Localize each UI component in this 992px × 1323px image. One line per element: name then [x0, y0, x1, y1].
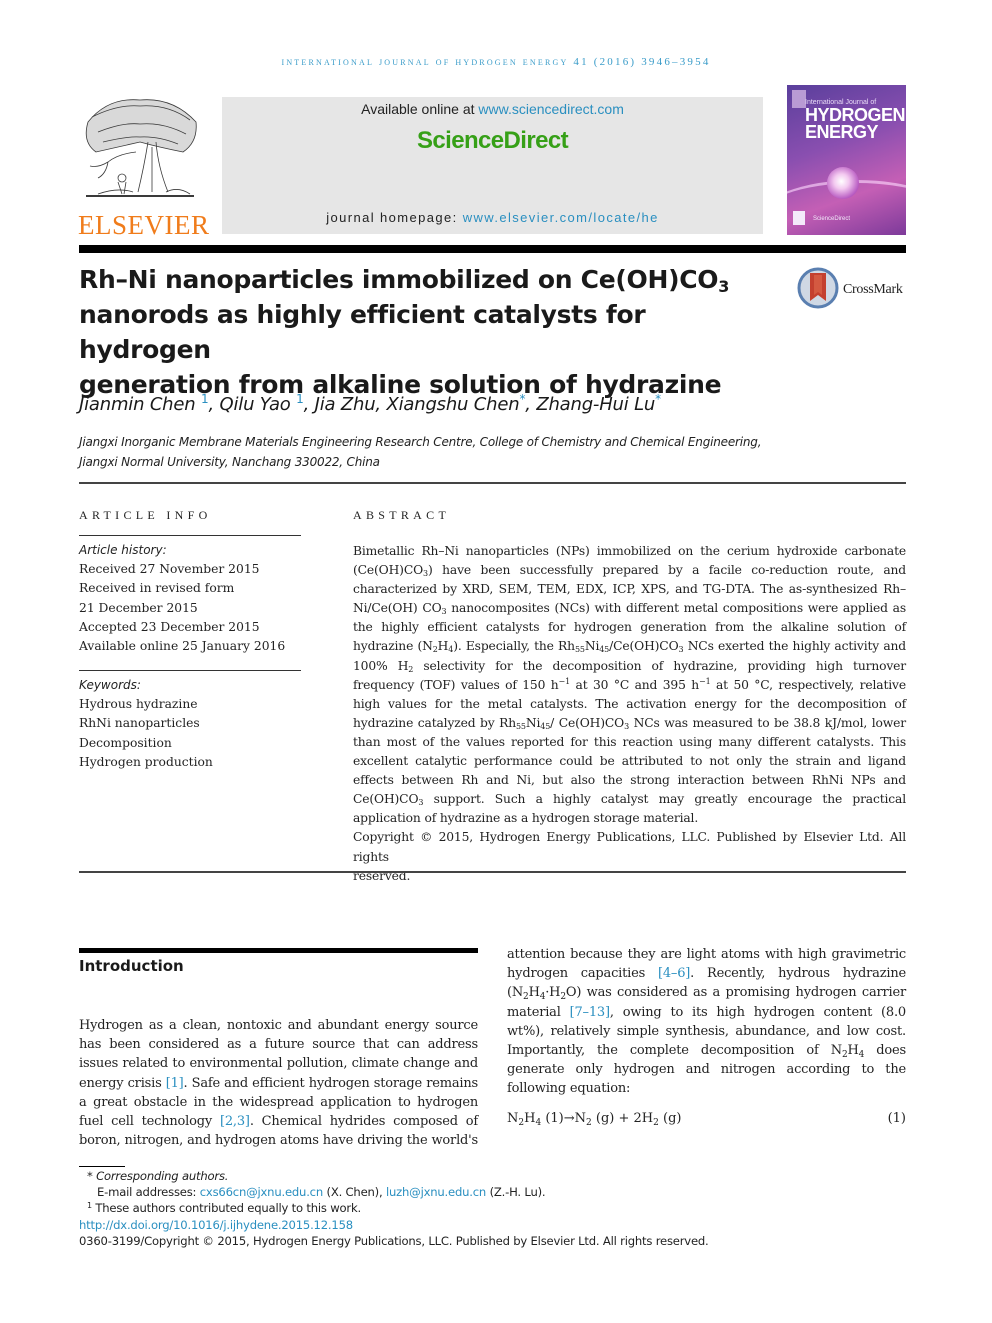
author-mark[interactable]: *: [655, 392, 661, 406]
keywords: Keywords: Hydrous hydrazine RhNi nanopar…: [79, 676, 213, 772]
email-note: E-mail addresses: cxs66cn@jxnu.edu.cn (X…: [97, 1185, 546, 1200]
elsevier-tree-icon: [85, 99, 197, 197]
article-info-heading: ARTICLE INFO: [79, 508, 212, 522]
cover-journal-name: HYDROGEN ENERGY: [805, 105, 906, 142]
introduction-right-column: attention because they are light atoms w…: [507, 947, 907, 1097]
keywords-divider: [79, 670, 301, 671]
author-mark[interactable]: 1: [296, 392, 304, 406]
corresponding-note: * Corresponding authors.: [87, 1169, 229, 1183]
sciencedirect-link[interactable]: www.sciencedirect.com: [478, 101, 624, 117]
history-item: Available online 25 January 2016: [79, 639, 286, 654]
header-divider: [79, 245, 906, 253]
cover-society-icon: [793, 211, 805, 225]
keyword-item: RhNi nanoparticles: [79, 716, 200, 731]
author-name[interactable]: Xiangshu Chen: [386, 394, 519, 415]
email-link[interactable]: cxs66cn@jxnu.edu.cn: [200, 1185, 323, 1199]
elsevier-logo[interactable]: ELSEVIER: [78, 92, 210, 240]
footnote-rule: [79, 1166, 125, 1167]
history-item: Received in revised form: [79, 581, 235, 596]
equal-contribution-note: 1 These authors contributed equally to t…: [87, 1201, 361, 1216]
journal-cover[interactable]: International Journal of HYDROGEN ENERGY…: [787, 85, 906, 235]
footnotes: * Corresponding authors. E-mail addresse…: [79, 1168, 879, 1249]
history-item: Received 27 November 2015: [79, 562, 260, 577]
citation-link[interactable]: [4–6]: [658, 966, 690, 981]
equation-number: (1): [887, 1111, 906, 1126]
cover-orb-graphic: [827, 167, 859, 199]
abstract-copyright: Copyright © 2015, Hydrogen Energy Public…: [353, 830, 906, 864]
introduction-heading: Introduction: [79, 957, 184, 975]
equation-1: N2H4 (1)→N2 (g) + 2H2 (g) (1): [507, 1111, 906, 1128]
author-mark[interactable]: *: [519, 392, 525, 406]
available-online: Available online at www.sciencedirect.co…: [361, 101, 624, 117]
running-head: International Journal of Hydrogen Energy…: [281, 56, 711, 68]
keyword-item: Decomposition: [79, 735, 172, 750]
keyword-item: Hydrogen production: [79, 754, 213, 769]
article-title: Rh–Ni nanoparticles immobilized on Ce(OH…: [79, 265, 730, 399]
introduction-rule: [79, 948, 478, 953]
article-info-divider: [79, 535, 301, 536]
article-history: Article history: Received 27 November 20…: [79, 541, 285, 656]
keyword-item: Hydrous hydrazine: [79, 697, 198, 712]
elsevier-wordmark: ELSEVIER: [78, 210, 210, 240]
author-mark[interactable]: 1: [201, 392, 209, 406]
issn-copyright: 0360-3199/Copyright © 2015, Hydrogen Ene…: [79, 1233, 709, 1248]
author-name[interactable]: Jianmin Chen: [79, 394, 196, 415]
abstract-text: Bimetallic Rh–Ni nanoparticles (NPs) imm…: [353, 544, 907, 826]
citation-link[interactable]: [7–13]: [570, 1005, 610, 1020]
affiliation: Jiangxi Inorganic Membrane Materials Eng…: [79, 435, 762, 469]
abstract-body: Bimetallic Rh–Ni nanoparticles (NPs) imm…: [353, 542, 906, 886]
citation-link[interactable]: [2,3]: [220, 1114, 250, 1129]
abstract-divider: [79, 871, 906, 873]
author-list: Jianmin Chen 1, Qilu Yao 1, Jia Zhu, Xia…: [79, 392, 661, 415]
sciencedirect-logo[interactable]: ScienceDirect: [222, 127, 763, 155]
author-name[interactable]: Zhang-Hui Lu: [536, 394, 655, 415]
citation-link[interactable]: [1]: [166, 1076, 184, 1091]
introduction-left-column: Hydrogen as a clean, nontoxic and abunda…: [79, 1018, 479, 1149]
sciencedirect-header: Available online at www.sciencedirect.co…: [222, 97, 763, 234]
abstract-heading: ABSTRACT: [353, 508, 451, 522]
abstract-copyright-end: reserved.: [353, 868, 411, 883]
history-item: Accepted 23 December 2015: [79, 619, 260, 634]
cover-sciencedirect-text: ScienceDirect: [813, 216, 851, 222]
email-link[interactable]: luzh@jxnu.edu.cn: [386, 1185, 486, 1199]
section-divider: [79, 482, 906, 484]
cover-elsevier-icon: [792, 90, 806, 108]
crossmark-label: CrossMark: [843, 282, 903, 297]
crossmark-icon: [797, 267, 839, 309]
author-name[interactable]: Qilu Yao: [220, 394, 291, 415]
journal-homepage: journal homepage: www.elsevier.com/locat…: [326, 210, 659, 225]
crossmark-button[interactable]: CrossMark: [797, 267, 909, 309]
doi-link[interactable]: http://dx.doi.org/10.1016/j.ijhydene.201…: [79, 1218, 353, 1232]
history-item: 21 December 2015: [79, 600, 198, 615]
journal-homepage-link[interactable]: www.elsevier.com/locate/he: [463, 210, 659, 225]
author-name[interactable]: Jia Zhu: [315, 394, 376, 415]
